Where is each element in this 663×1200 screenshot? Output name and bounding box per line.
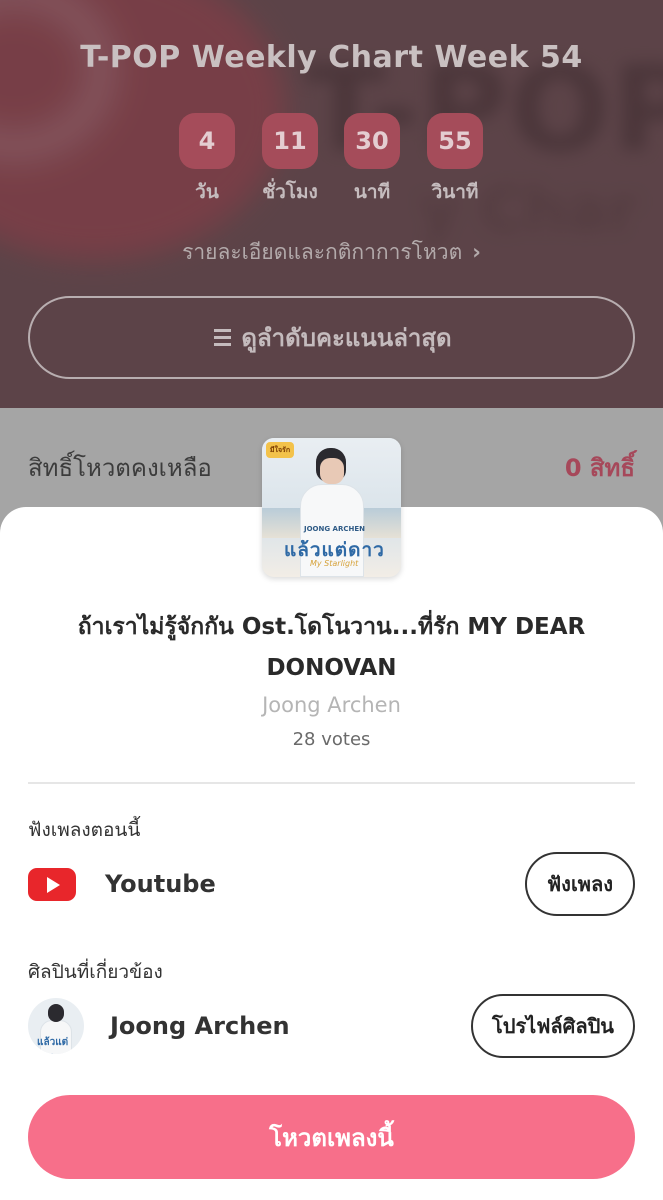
- countdown-value: 30: [344, 113, 400, 169]
- artist-profile-button[interactable]: โปรไฟล์ศิลปิน: [471, 994, 635, 1058]
- listen-now-label: ฟังเพลงตอนนี้: [28, 819, 141, 841]
- streaming-service-name: Youtube: [105, 870, 216, 898]
- song-vote-count: 28 votes: [292, 729, 371, 750]
- vote-rules-link[interactable]: รายละเอียดและกติกาการโหวต ›: [0, 236, 663, 269]
- vote-rights-value: 0 สิทธิ์: [564, 454, 635, 482]
- song-artist: Joong Archen: [262, 693, 401, 717]
- view-ranking-label: ดูลำดับคะแนนล่าสุด: [241, 324, 452, 352]
- countdown-hours: 11 ชั่วโมง: [255, 113, 325, 207]
- countdown-seconds: 55 วินาที: [420, 113, 490, 207]
- view-ranking-button[interactable]: ดูลำดับคะแนนล่าสุด: [28, 296, 635, 379]
- vote-song-button[interactable]: โหวตเพลงนี้: [28, 1095, 635, 1179]
- chevron-right-icon: ›: [472, 240, 481, 264]
- artist-avatar[interactable]: แล้วแต่ดาว: [28, 998, 84, 1054]
- album-cover-image: มีใจรัก JOONG ARCHEN แล้วแต่ดาว My Starl…: [262, 438, 401, 577]
- related-artists-label: ศิลปินที่เกี่ยวข้อง: [28, 961, 163, 983]
- cover-artist-text: JOONG ARCHEN: [304, 525, 365, 533]
- vote-rules-label: รายละเอียดและกติกาการโหวต: [182, 240, 463, 264]
- cover-subtitle-text: My Starlight: [310, 559, 359, 568]
- list-icon: [211, 329, 232, 346]
- countdown-timer: 4 วัน 11 ชั่วโมง 30 นาที 55 วินาที: [0, 113, 663, 223]
- countdown-days: 4 วัน: [172, 113, 242, 207]
- listen-button[interactable]: ฟังเพลง: [525, 852, 635, 916]
- countdown-label: วินาที: [431, 181, 479, 203]
- countdown-label: ชั่วโมง: [262, 181, 318, 203]
- youtube-icon: [28, 868, 76, 901]
- avatar-text: แล้วแต่ดาว: [37, 1037, 69, 1054]
- related-artist-name[interactable]: Joong Archen: [110, 1012, 290, 1040]
- countdown-value: 11: [262, 113, 318, 169]
- countdown-value: 55: [427, 113, 483, 169]
- cover-logo: มีใจรัก: [266, 442, 294, 458]
- chart-header: T-POP y Char T-POP Weekly Chart Week 54 …: [0, 0, 663, 408]
- countdown-label: นาที: [353, 181, 391, 203]
- countdown-label: วัน: [195, 181, 219, 203]
- divider: [28, 782, 635, 784]
- vote-rights-label: สิทธิ์โหวตคงเหลือ: [28, 454, 212, 482]
- countdown-minutes: 30 นาที: [337, 113, 407, 207]
- song-title: ถ้าเราไม่รู้จักกัน Ost.โดโนวาน...ที่รัก …: [77, 614, 586, 681]
- countdown-value: 4: [179, 113, 235, 169]
- chart-title: T-POP Weekly Chart Week 54: [80, 40, 583, 75]
